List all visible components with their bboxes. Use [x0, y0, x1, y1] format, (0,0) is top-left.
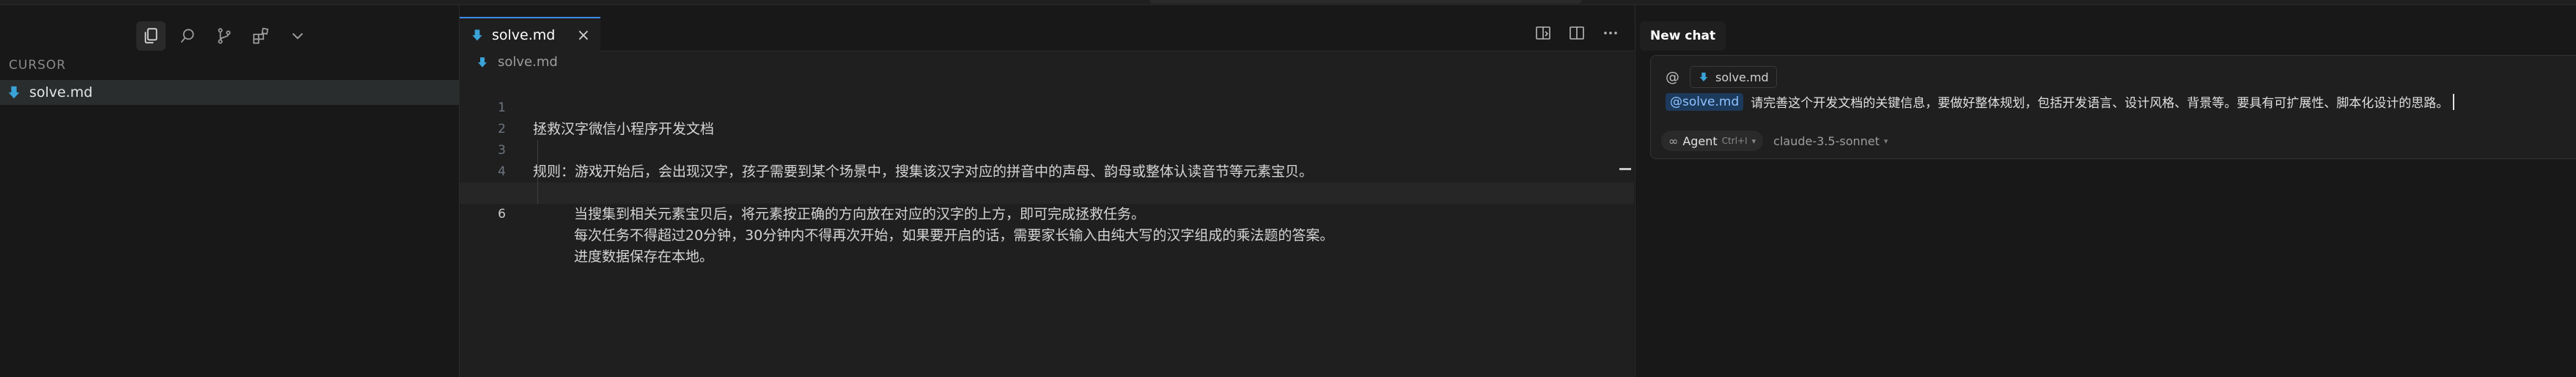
chevron-down-icon[interactable]	[283, 21, 312, 51]
line-text: 当搜集到相关元素宝贝后，将元素按正确的方向放在对应的汉字的上方，即可完成拯救任务…	[574, 206, 1146, 222]
markdown-icon	[478, 56, 487, 67]
close-icon[interactable]: ×	[577, 26, 590, 45]
tab-bar: solve.md ×	[460, 5, 1634, 52]
chat-panel: New chat @ solve.md @solve.md 请完善这个开发文档的…	[1635, 5, 2576, 377]
markdown-icon	[472, 29, 482, 41]
model-selector[interactable]: claude-3.5-sonnet ▾	[1773, 134, 1888, 148]
context-file-pill[interactable]: solve.md	[1690, 66, 1777, 88]
tab-new-chat[interactable]: New chat	[1640, 21, 1726, 51]
breadcrumb[interactable]: solve.md	[476, 54, 558, 70]
tab-solve-md[interactable]: solve.md ×	[460, 17, 600, 52]
breadcrumb-file[interactable]: solve.md	[498, 54, 558, 70]
more-actions-icon[interactable]	[1602, 24, 1619, 42]
chat-input-box[interactable]: @ solve.md @solve.md 请完善这个开发文档的关键信息，要做好整…	[1650, 55, 2576, 159]
code-line[interactable]: 3 规则：游戏开始后，会出现汉字，孩子需要到某个场景中，搜集该汉字对应的拼音中的…	[460, 119, 1634, 180]
tab-label: solve.md	[492, 27, 556, 43]
prompt-text: 请完善这个开发文档的关键信息，要做好整体规划，包括开发语言、设计风格、背景等。要…	[1751, 96, 2449, 111]
file-item-solve-md[interactable]: solve.md	[0, 80, 459, 105]
source-control-icon[interactable]	[210, 21, 239, 51]
minimap-cursor[interactable]	[1619, 168, 1631, 170]
context-file-name: solve.md	[1715, 70, 1769, 84]
agent-mode-button[interactable]: ∞ Agent Ctrl+I ▾	[1661, 131, 1764, 151]
code-line[interactable]: 4 当搜集到相关元素宝贝后，将元素按正确的方向放在对应的汉字的上方，即可完成拯救…	[460, 140, 1634, 222]
context-row: @ solve.md	[1666, 66, 1777, 88]
title-bar	[0, 0, 2576, 5]
open-preview-icon[interactable]	[1534, 24, 1552, 42]
sidebar-toolbar	[136, 18, 312, 54]
line-text: 每次任务不得超过20分钟，30分钟内不得再次开始，如果要开启的话，需要家长输入由…	[574, 227, 1334, 244]
indent-guide	[537, 140, 538, 161]
sidebar: CURSOR solve.md	[0, 5, 460, 377]
chat-prompt-input[interactable]: @solve.md 请完善这个开发文档的关键信息，要做好整体规划，包括开发语言、…	[1666, 92, 2455, 111]
infinity-icon: ∞	[1668, 133, 1679, 148]
code-line-current[interactable]: 6 进度数据保存在本地。	[460, 183, 1634, 265]
add-context-icon[interactable]: @	[1666, 69, 1679, 85]
chevron-down-icon: ▾	[1883, 136, 1888, 146]
chat-footer: ∞ Agent Ctrl+I ▾ claude-3.5-sonnet ▾	[1661, 131, 1888, 151]
text-caret	[2453, 93, 2455, 110]
code-line[interactable]: 5 每次任务不得超过20分钟，30分钟内不得再次开始，如果要开启的话，需要家长输…	[460, 161, 1634, 244]
markdown-icon	[8, 86, 20, 99]
editor-actions	[1534, 24, 1619, 42]
chevron-down-icon: ▾	[1751, 136, 1756, 146]
indent-guide	[537, 183, 538, 204]
command-center[interactable]	[1149, 0, 1582, 4]
file-mention[interactable]: @solve.md	[1666, 92, 1744, 111]
code-line[interactable]: 1 拯救汉字微信小程序开发文档	[460, 76, 1634, 137]
extensions-icon[interactable]	[246, 21, 276, 51]
file-name: solve.md	[29, 84, 93, 100]
code-editor[interactable]: 1 拯救汉字微信小程序开发文档 2 3 规则：游戏开始后，会出现汉字，孩子需要到…	[460, 76, 1634, 265]
split-editor-icon[interactable]	[1568, 24, 1586, 42]
editor-area: solve.md × solve.md 1 拯救汉字微信小程序开发文档 2 3 …	[460, 5, 1634, 377]
mode-label: Agent	[1682, 133, 1718, 148]
mode-shortcut: Ctrl+I	[1721, 136, 1748, 146]
copy-files-icon[interactable]	[136, 21, 166, 51]
model-label: claude-3.5-sonnet	[1773, 133, 1880, 148]
markdown-icon	[1699, 73, 1708, 81]
code-line[interactable]: 2	[460, 98, 1634, 136]
search-icon[interactable]	[173, 21, 202, 51]
section-title[interactable]: CURSOR	[9, 58, 66, 73]
line-number: 6	[498, 207, 506, 222]
line-text: 进度数据保存在本地。	[574, 249, 714, 265]
indent-guide	[537, 161, 538, 183]
